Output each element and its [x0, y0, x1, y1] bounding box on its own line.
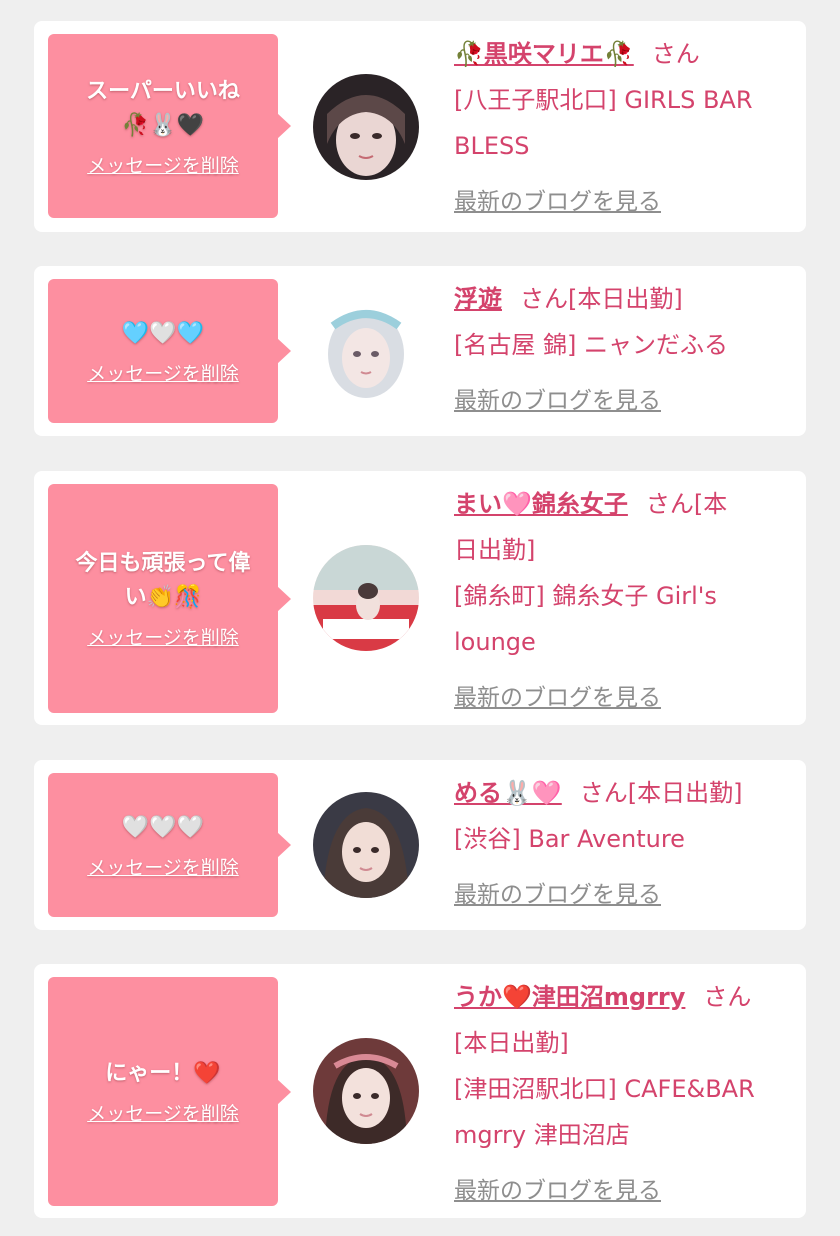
user-info: める🐰🩷 さん[本日出勤] [渋谷] Bar Aventure 最新のブログを見る	[454, 770, 794, 918]
avatar[interactable]	[313, 296, 419, 402]
user-info: 🥀黒咲マリエ🥀 さん [八王子駅北口] GIRLS BAR BLESS 最新のブロ…	[454, 31, 794, 225]
name-line-continued: [本日出勤]	[454, 1029, 569, 1057]
honorific: さん	[651, 40, 700, 68]
message-bubble: にゃー！❤️ メッセージを削除	[48, 977, 291, 1206]
user-info: 浮遊 さん[本日出勤] [名古屋 錦] ニャンだふる 最新のブログを見る	[454, 276, 794, 424]
message-card: にゃー！❤️ メッセージを削除 うか❤️津田沼mgrry さん [本日出勤] [津…	[34, 964, 806, 1218]
avatar[interactable]	[313, 74, 419, 180]
user-name-link[interactable]: 浮遊	[454, 285, 502, 313]
latest-blog-link[interactable]: 最新のブログを見る	[454, 1168, 794, 1214]
latest-blog-link[interactable]: 最新のブログを見る	[454, 378, 794, 424]
latest-blog-link[interactable]: 最新のブログを見る	[454, 872, 794, 918]
name-line: まい🩷錦糸女子 さん[本	[454, 481, 794, 527]
shop-line: [名古屋 錦] ニャンだふる	[454, 331, 728, 359]
message-text: スーパーいいね 🥀🐰🖤	[86, 78, 240, 138]
user-name-link[interactable]: 🥀黒咲マリエ🥀	[454, 40, 634, 68]
latest-blog-link[interactable]: 最新のブログを見る	[454, 179, 794, 225]
name-line-continued: 日出勤]	[454, 536, 536, 564]
message-bubble: 🤍🤍🤍 メッセージを削除	[48, 773, 291, 917]
delete-message-link[interactable]: メッセージを削除	[87, 359, 239, 386]
message-text: 今日も頑張って偉 い👏🎊	[75, 551, 251, 610]
name-line: 浮遊 さん[本日出勤]	[454, 276, 794, 322]
user-name-link[interactable]: うか❤️津田沼mgrry	[454, 983, 685, 1011]
user-name-link[interactable]: まい🩷錦糸女子	[454, 490, 628, 518]
latest-blog-link[interactable]: 最新のブログを見る	[454, 675, 794, 721]
shop-line: [錦糸町] 錦糸女子 Girl's	[454, 582, 717, 610]
shop-line: [八王子駅北口] GIRLS BAR	[454, 86, 753, 114]
avatar-photo	[313, 792, 419, 898]
delete-message-link[interactable]: メッセージを削除	[87, 853, 239, 880]
avatar-photo	[313, 296, 419, 402]
delete-message-link[interactable]: メッセージを削除	[87, 623, 239, 650]
delete-message-link[interactable]: メッセージを削除	[87, 151, 239, 178]
shop-line: BLESS	[454, 132, 530, 160]
avatar-photo	[313, 74, 419, 180]
message-text: にゃー！❤️	[105, 1061, 221, 1086]
name-line: める🐰🩷 さん[本日出勤]	[454, 770, 794, 816]
shop-line: lounge	[454, 628, 536, 656]
avatar[interactable]	[313, 1038, 419, 1144]
message-text: 🩵🤍🩵	[121, 320, 205, 346]
name-line: 🥀黒咲マリエ🥀 さん	[454, 31, 794, 77]
avatar[interactable]	[313, 792, 419, 898]
message-bubble: 今日も頑張って偉 い👏🎊 メッセージを削除	[48, 484, 291, 713]
message-bubble: スーパーいいね 🥀🐰🖤 メッセージを削除	[48, 34, 291, 218]
honorific: さん	[703, 983, 752, 1011]
honorific: さん[本	[645, 490, 728, 518]
honorific: さん[本日出勤]	[520, 285, 683, 313]
message-text: 🤍🤍🤍	[121, 814, 205, 840]
avatar[interactable]	[313, 545, 419, 651]
message-card: 🩵🤍🩵 メッセージを削除 浮遊 さん[本日出勤] [名古屋 錦] ニャンだふる 最…	[34, 266, 806, 436]
shop-line: mgrry 津田沼店	[454, 1121, 630, 1149]
user-name-link[interactable]: める🐰🩷	[454, 779, 562, 807]
delete-message-link[interactable]: メッセージを削除	[87, 1099, 239, 1126]
honorific: さん[本日出勤]	[579, 779, 743, 807]
shop-line: [津田沼駅北口] CAFE&BAR	[454, 1075, 755, 1103]
shop-line: [渋谷] Bar Aventure	[454, 825, 685, 853]
avatar-photo	[313, 545, 419, 651]
name-line: うか❤️津田沼mgrry さん	[454, 974, 794, 1020]
message-card: 🤍🤍🤍 メッセージを削除 める🐰🩷 さん[本日出勤] [渋谷] Bar Avent…	[34, 760, 806, 930]
message-card: 今日も頑張って偉 い👏🎊 メッセージを削除 まい🩷錦糸女子 さん[本 日出勤] […	[34, 471, 806, 725]
user-info: まい🩷錦糸女子 さん[本 日出勤] [錦糸町] 錦糸女子 Girl's loung…	[454, 481, 794, 721]
message-bubble: 🩵🤍🩵 メッセージを削除	[48, 279, 291, 423]
user-info: うか❤️津田沼mgrry さん [本日出勤] [津田沼駅北口] CAFE&BAR …	[454, 974, 794, 1214]
avatar-photo	[313, 1038, 419, 1144]
message-card: スーパーいいね 🥀🐰🖤 メッセージを削除 🥀黒咲マリエ🥀 さん [八王子駅北口] …	[34, 21, 806, 232]
